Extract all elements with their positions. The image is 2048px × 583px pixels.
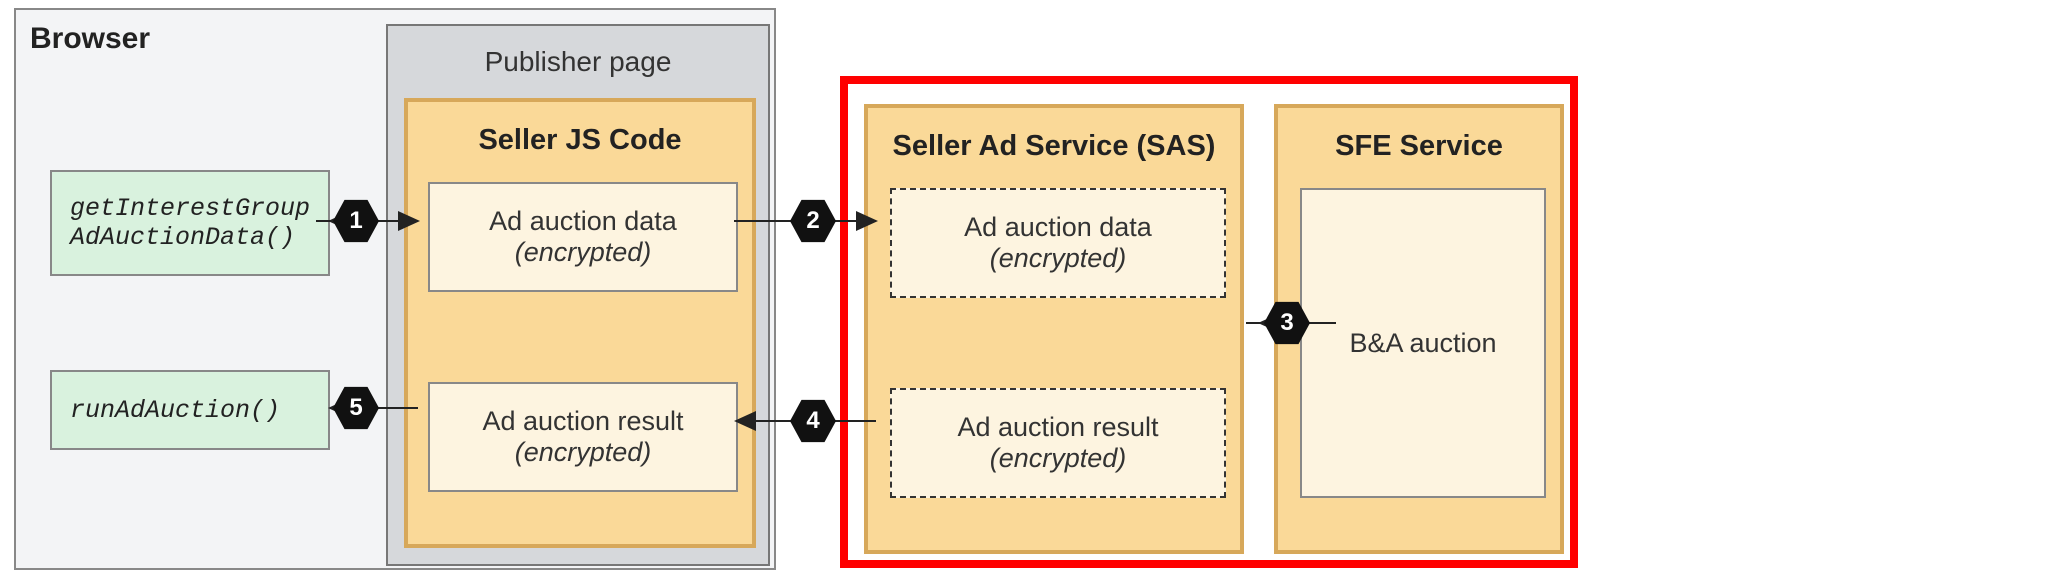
sas-ad-auction-data: Ad auction data (encrypted) [890,188,1226,298]
sas-ad-auction-result: Ad auction result (encrypted) [890,388,1226,498]
sfe-auction-card: B&A auction [1300,188,1546,498]
card-line: Ad auction result [892,412,1224,443]
api-line: runAdAuction() [70,396,328,425]
api-line: getInterestGroup [70,194,328,223]
services-highlight-box: Seller Ad Service (SAS) Ad auction data … [840,76,1578,568]
step-badge-4: 4 [790,398,836,444]
browser-box: Browser Publisher page Seller JS Code Ad… [14,8,776,570]
sas-title: Seller Ad Service (SAS) [868,108,1240,163]
seller-ad-service-box: Seller Ad Service (SAS) Ad auction data … [864,104,1244,554]
api-line: AdAuctionData() [70,223,328,252]
card-line: Ad auction data [430,206,736,237]
card-line: Ad auction result [430,406,736,437]
sfe-service-box: SFE Service B&A auction [1274,104,1564,554]
sfe-title: SFE Service [1278,108,1560,163]
browser-label: Browser [30,22,150,56]
seller-js-ad-auction-result: Ad auction result (encrypted) [428,382,738,492]
card-line: B&A auction [1302,328,1544,359]
publisher-page-box: Publisher page Seller JS Code Ad auction… [386,24,770,566]
card-line: (encrypted) [892,443,1224,474]
api-get-interest-group: getInterestGroup AdAuctionData() [50,170,330,276]
seller-js-title: Seller JS Code [408,102,752,157]
publisher-page-label: Publisher page [485,46,672,78]
seller-js-code-box: Seller JS Code Ad auction data (encrypte… [404,98,756,548]
card-line: (encrypted) [430,237,736,268]
step-badge-2: 2 [790,198,836,244]
card-line: (encrypted) [430,437,736,468]
card-line: Ad auction data [892,212,1224,243]
seller-js-ad-auction-data: Ad auction data (encrypted) [428,182,738,292]
api-run-ad-auction: runAdAuction() [50,370,330,450]
card-line: (encrypted) [892,243,1224,274]
